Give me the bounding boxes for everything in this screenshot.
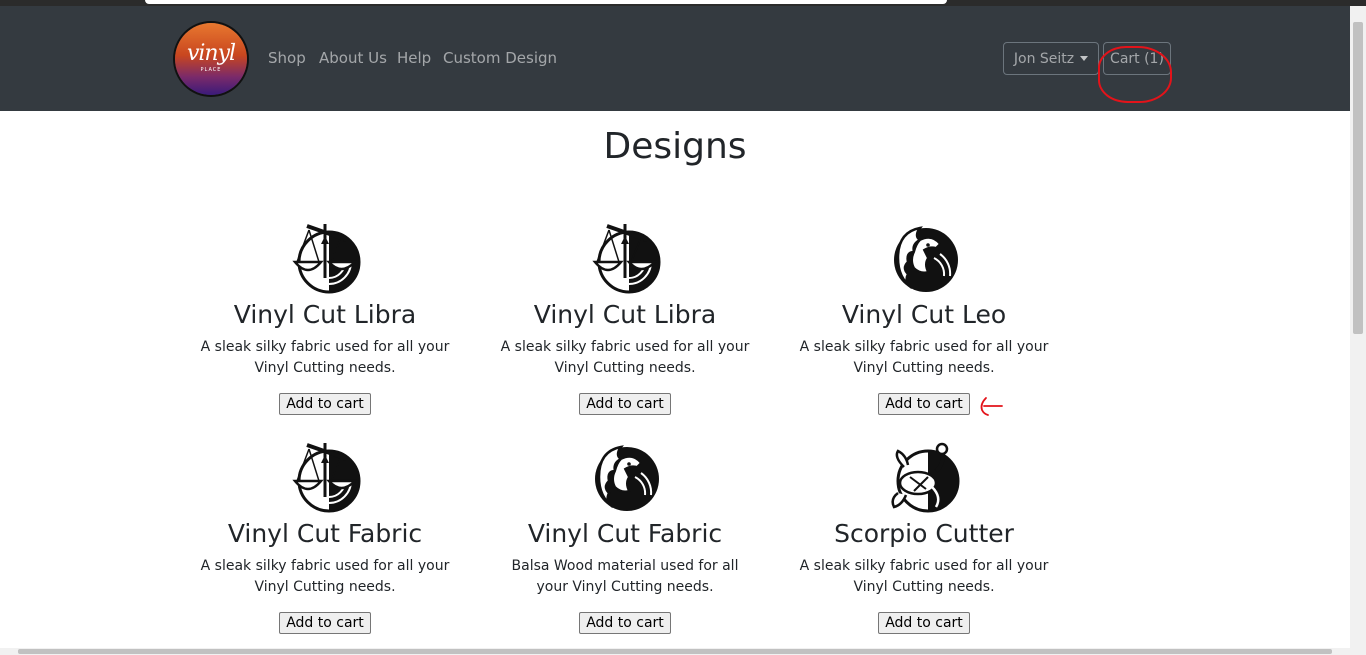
- scrollbar-thumb[interactable]: [18, 649, 1332, 654]
- product-card: Vinyl Cut Fabric A sleak silky fabric us…: [175, 437, 475, 634]
- annotation-arrow-icon: [980, 397, 1003, 416]
- product-description: Balsa Wood material used for all your Vi…: [511, 558, 739, 595]
- product-name: Vinyl Cut Fabric: [527, 519, 723, 548]
- product-name: Vinyl Cut Libra: [233, 300, 417, 329]
- product-card: Vinyl Cut Libra A sleak silky fabric use…: [175, 218, 475, 415]
- product-description: A sleak silky fabric used for all your V…: [200, 339, 450, 376]
- scrollbar-thumb[interactable]: [1353, 22, 1363, 334]
- scorpio-icon: [884, 437, 964, 517]
- nav-link-about-us[interactable]: About Us: [319, 49, 387, 67]
- add-to-cart-button[interactable]: Add to cart: [878, 612, 970, 634]
- leo-lion-icon: [585, 437, 665, 517]
- nav-link-shop[interactable]: Shop: [268, 49, 306, 67]
- vertical-scrollbar[interactable]: [1350, 6, 1366, 655]
- product-name: Scorpio Cutter: [834, 519, 1014, 548]
- product-name: Vinyl Cut Leo: [841, 300, 1007, 329]
- vinyl-place-logo[interactable]: vinyl PLACE: [175, 23, 247, 95]
- product-description: A sleak silky fabric used for all your V…: [500, 339, 750, 376]
- product-name: Vinyl Cut Fabric: [227, 519, 423, 548]
- add-to-cart-button[interactable]: Add to cart: [279, 612, 371, 634]
- product-card: Vinyl Cut Libra A sleak silky fabric use…: [475, 218, 775, 415]
- libra-scale-icon: [285, 437, 365, 517]
- page-title: Designs: [603, 126, 747, 167]
- product-card: Vinyl Cut Fabric Balsa Wood material use…: [475, 437, 775, 634]
- logo-text: vinyl: [186, 41, 236, 66]
- user-name: Jon Seitz: [1013, 50, 1075, 67]
- nav-link-help[interactable]: Help: [397, 49, 431, 67]
- product-description: A sleak silky fabric used for all your V…: [200, 558, 450, 595]
- leo-lion-icon: [884, 218, 964, 298]
- add-to-cart-button[interactable]: Add to cart: [579, 393, 671, 415]
- user-dropdown-button[interactable]: Jon Seitz: [1003, 42, 1099, 75]
- add-to-cart-button[interactable]: Add to cart: [279, 393, 371, 415]
- cart-label: Cart (1): [1110, 50, 1164, 67]
- product-name: Vinyl Cut Libra: [533, 300, 717, 329]
- add-to-cart-button[interactable]: Add to cart: [579, 612, 671, 634]
- logo-subtext: PLACE: [200, 67, 222, 73]
- product-card: Scorpio Cutter A sleak silky fabric used…: [774, 437, 1074, 634]
- product-description: A sleak silky fabric used for all your V…: [799, 558, 1049, 595]
- libra-scale-icon: [285, 218, 365, 298]
- horizontal-scrollbar[interactable]: [0, 648, 1350, 655]
- navbar: vinyl PLACE Shop About Us Help Custom De…: [0, 6, 1350, 111]
- product-description: A sleak silky fabric used for all your V…: [799, 339, 1049, 376]
- caret-down-icon: [1080, 56, 1089, 61]
- libra-scale-icon: [585, 218, 665, 298]
- nav-link-custom-design[interactable]: Custom Design: [443, 49, 557, 67]
- product-card: Vinyl Cut Leo A sleak silky fabric used …: [774, 218, 1074, 415]
- address-bar-edge: [145, 0, 947, 4]
- cart-button[interactable]: Cart (1): [1103, 42, 1171, 75]
- add-to-cart-button[interactable]: Add to cart: [878, 393, 970, 415]
